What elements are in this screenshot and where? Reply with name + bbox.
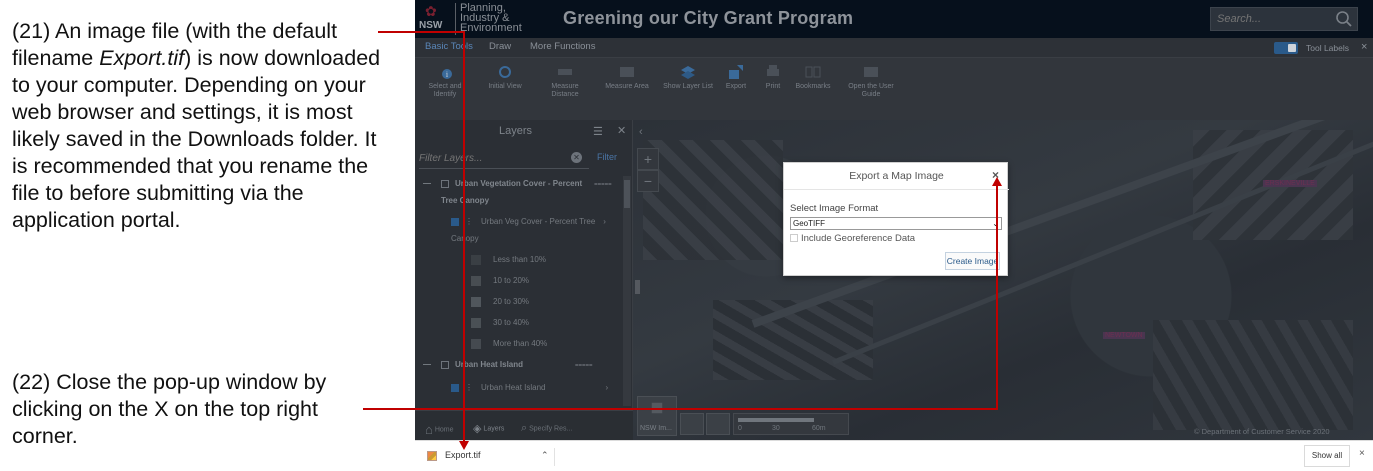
map-suburb-label: ERSKINEVILLE bbox=[1263, 180, 1317, 187]
show-layer-list-button[interactable]: Show Layer List bbox=[663, 64, 713, 91]
zoom-out-button[interactable]: − bbox=[637, 170, 659, 192]
tab-more-functions[interactable]: More Functions bbox=[530, 41, 595, 52]
show-all-button[interactable]: Show all bbox=[1304, 445, 1350, 467]
ruler-icon bbox=[558, 69, 572, 75]
bookmarks-button[interactable]: Bookmarks bbox=[793, 64, 833, 91]
scale-bar: 0 30 60m bbox=[733, 413, 849, 435]
overview-map-button[interactable] bbox=[680, 413, 704, 435]
browser-download-bar: Export.tif ⌃ Show all × bbox=[415, 440, 1373, 471]
refresh-icon bbox=[499, 66, 511, 78]
georeference-checkbox[interactable]: Include Georeference Data bbox=[790, 233, 915, 244]
tab-home[interactable]: ⌂ Home bbox=[425, 422, 454, 437]
toolbar: i Select and Identify Initial View Measu… bbox=[415, 58, 1373, 120]
layers-tab-icon: ◈ bbox=[473, 423, 482, 435]
annotation-line-22-vertical bbox=[996, 185, 998, 410]
search-box[interactable] bbox=[1210, 7, 1358, 31]
initial-view-button[interactable]: Initial View bbox=[485, 64, 525, 91]
basemap-gallery-button[interactable]: NSW Im... bbox=[637, 396, 677, 436]
tab-layers[interactable]: ◈ Layers bbox=[473, 422, 504, 435]
instruction-step-22: (22) Close the pop-up window by clicking… bbox=[12, 370, 327, 448]
layer-group-veg-cont: Tree Canopy bbox=[441, 196, 490, 205]
filename-emphasis: Export.tif bbox=[99, 46, 185, 70]
guide-icon bbox=[864, 67, 878, 77]
layers-menu-icon[interactable]: ☰ bbox=[593, 125, 603, 138]
info-pointer-icon: i bbox=[442, 69, 452, 79]
annotation-line-21-horizontal bbox=[378, 31, 464, 33]
dialog-title: Export a Map Image bbox=[849, 170, 944, 182]
filter-button[interactable]: Filter bbox=[597, 152, 617, 162]
create-image-button[interactable]: Create Image bbox=[945, 252, 1000, 270]
area-ruler-icon bbox=[620, 67, 634, 77]
print-button[interactable]: Print bbox=[759, 64, 787, 91]
legend-item: More than 40% bbox=[471, 339, 547, 349]
home-icon: ⌂ bbox=[425, 422, 433, 437]
legend-item: Less than 10% bbox=[471, 255, 546, 265]
search-icon[interactable] bbox=[1335, 10, 1353, 28]
map-suburb-label: NEWTOWN bbox=[1103, 332, 1145, 339]
search-tab-icon: ⌕ bbox=[521, 422, 528, 434]
layer-filter[interactable] bbox=[419, 148, 589, 169]
download-item[interactable]: Export.tif ⌃ bbox=[423, 448, 555, 466]
tool-labels-toggle[interactable] bbox=[1274, 42, 1298, 54]
chevron-up-icon[interactable]: ⌃ bbox=[541, 450, 549, 461]
layer-group-veg[interactable]: — Urban Vegetation Cover - Percent ===== bbox=[423, 179, 612, 188]
tab-basic-tools[interactable]: Basic Tools bbox=[425, 41, 473, 52]
layers-title: Layers bbox=[499, 125, 533, 137]
tool-labels-text: Tool Labels bbox=[1306, 43, 1350, 53]
annotation-arrow-down bbox=[459, 441, 469, 450]
department-name: Planning, Industry & Environment bbox=[455, 3, 522, 35]
layer-heat-island[interactable]: ⋮ Urban Heat Island › bbox=[451, 383, 608, 392]
search-input[interactable] bbox=[1217, 11, 1327, 27]
annotation-line-21-vertical bbox=[463, 31, 465, 442]
annotation-line-22-horizontal bbox=[363, 408, 998, 410]
layer-filter-input[interactable] bbox=[419, 149, 589, 169]
export-icon bbox=[729, 65, 743, 79]
legend-item: 10 to 20% bbox=[471, 276, 529, 286]
layers-close-icon[interactable]: ✕ bbox=[617, 124, 626, 137]
measure-area-button[interactable]: Measure Area bbox=[605, 64, 649, 91]
select-identify-button[interactable]: i Select and Identify bbox=[425, 64, 465, 99]
fullscreen-button[interactable] bbox=[706, 413, 730, 435]
annotation-arrow-up bbox=[992, 177, 1002, 186]
app-title: Greening our City Grant Program bbox=[563, 8, 854, 28]
image-format-select[interactable]: GeoTIFF ⌄ bbox=[790, 217, 1002, 230]
zoom-in-button[interactable]: + bbox=[637, 148, 659, 170]
layers-header: Layers ☰ ✕ bbox=[415, 120, 633, 144]
legend-item: 20 to 30% bbox=[471, 297, 529, 307]
download-bar-close-icon[interactable]: × bbox=[1359, 448, 1365, 459]
toolbar-close-icon[interactable]: × bbox=[1361, 41, 1367, 53]
user-guide-button[interactable]: Open the User Guide bbox=[845, 64, 897, 99]
export-button[interactable]: Export bbox=[719, 64, 753, 91]
map-attribution: © Department of Customer Service 2020 bbox=[1194, 427, 1330, 436]
clear-filter-icon[interactable]: ✕ bbox=[571, 152, 582, 163]
layers-icon bbox=[681, 66, 695, 79]
layers-scrollbar[interactable] bbox=[623, 176, 631, 406]
header-bar: ✿ NSW Planning, Industry & Environment G… bbox=[415, 0, 1373, 38]
download-filename: Export.tif bbox=[445, 450, 481, 460]
instruction-step-21: (21) An image file (with the default fil… bbox=[12, 19, 381, 232]
measure-distance-button[interactable]: Measure Distance bbox=[545, 64, 585, 99]
tool-tabs: Basic Tools Draw More Functions Tool Lab… bbox=[415, 38, 1373, 58]
collapse-panel-icon[interactable]: ‹ bbox=[639, 126, 643, 138]
layer-veg-canopy[interactable]: ⋮ Urban Veg Cover - Percent Tree › bbox=[451, 217, 606, 226]
waratah-icon: ✿ bbox=[425, 3, 437, 19]
image-format-label: Select Image Format bbox=[790, 203, 879, 214]
tab-specify-res[interactable]: ⌕ Specify Res... bbox=[521, 422, 572, 435]
layer-group-heat[interactable]: — Urban Heat Island ===== bbox=[423, 360, 593, 369]
image-file-icon bbox=[427, 451, 437, 461]
printer-icon bbox=[767, 65, 779, 76]
tab-draw[interactable]: Draw bbox=[489, 41, 511, 52]
book-icon bbox=[805, 66, 821, 78]
panel-bottom-tabs: ⌂ Home ◈ Layers ⌕ Specify Res... bbox=[415, 410, 633, 440]
export-map-image-dialog: Export a Map Image × Select Image Format… bbox=[783, 162, 1009, 276]
layers-panel: Layers ☰ ✕ ✕ Filter —Urban Vegetation Co… bbox=[415, 120, 633, 440]
legend-item: 30 to 40% bbox=[471, 318, 529, 328]
panel-resize-handle[interactable] bbox=[635, 280, 640, 294]
